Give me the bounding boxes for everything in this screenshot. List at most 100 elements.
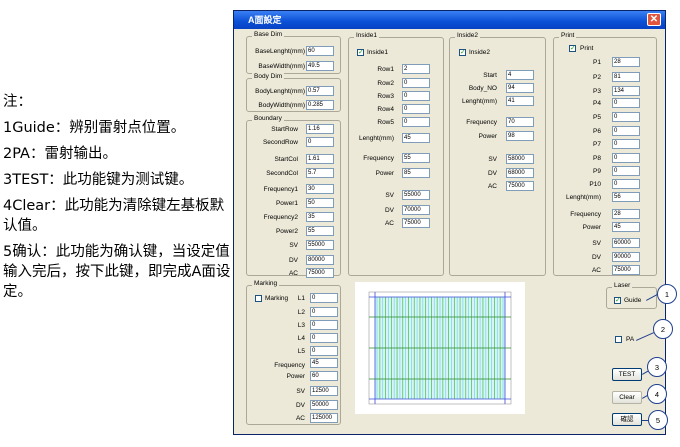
inside1-sv-input[interactable]: 55000 [402, 190, 430, 200]
body-length-input[interactable]: 0.57 [306, 86, 334, 96]
l4-input[interactable]: 0 [310, 333, 338, 343]
print-ac-input[interactable]: 75000 [612, 265, 640, 275]
p9-input[interactable]: 0 [612, 166, 640, 176]
substrate-preview [355, 282, 525, 414]
inside1-power-input[interactable]: 85 [402, 168, 430, 178]
frequency2-input[interactable]: 35 [306, 212, 334, 222]
callout-1: 1 [657, 284, 677, 304]
power1-input[interactable]: 50 [306, 198, 334, 208]
print-dv-input[interactable]: 90000 [612, 252, 640, 262]
guide-label: Guide [624, 297, 642, 304]
print-sv-input[interactable]: 60000 [612, 238, 640, 248]
l4-label: L4 [297, 335, 305, 342]
marking-power-input[interactable]: 60 [310, 371, 338, 381]
substrate-preview-drawing [368, 291, 512, 405]
inside2-sv-input[interactable]: 58000 [506, 154, 534, 164]
frequency1-label: Frequency1 [263, 186, 298, 193]
l1-label: L1 [297, 295, 305, 302]
marking-ac-input[interactable]: 125000 [310, 413, 338, 423]
l2-label: L2 [297, 309, 305, 316]
body-no-input[interactable]: 94 [506, 83, 534, 93]
inside1-frequency-label: Frequency [363, 155, 394, 162]
row4-input[interactable]: 0 [402, 104, 430, 114]
inside2-ac-label: AC [487, 183, 497, 190]
base-width-input[interactable]: 49.5 [306, 61, 334, 71]
power2-input[interactable]: 55 [306, 226, 334, 236]
p4-input[interactable]: 0 [612, 98, 640, 108]
p10-input[interactable]: 0 [612, 179, 640, 189]
base-length-input[interactable]: 60 [306, 46, 334, 56]
print-checkbox[interactable]: ✓ [569, 45, 576, 52]
second-row-input[interactable]: 0 [306, 137, 334, 147]
print-length-input[interactable]: 56 [612, 192, 640, 202]
frequency1-input[interactable]: 30 [306, 184, 334, 194]
marking-checkbox[interactable] [255, 295, 262, 302]
p3-input[interactable]: 134 [612, 86, 640, 96]
print-sv-label: SV [592, 240, 601, 247]
p8-input[interactable]: 0 [612, 153, 640, 163]
pa-checkbox[interactable] [615, 336, 622, 343]
inside2-power-input[interactable]: 98 [506, 131, 534, 141]
inside2-frequency-input[interactable]: 70 [506, 117, 534, 127]
p7-input[interactable]: 0 [612, 139, 640, 149]
body-length-label: BodyLenght(mm) [255, 88, 305, 95]
print-power-input[interactable]: 45 [612, 222, 640, 232]
row3-label: Row3 [377, 93, 394, 100]
base-width-label: BaseWidth(mm) [258, 63, 305, 70]
inside2-checkbox[interactable]: ✓ [459, 49, 466, 56]
inside2-ac-input[interactable]: 75000 [506, 181, 534, 191]
inside2-dv-input[interactable]: 68000 [506, 168, 534, 178]
p7-label: P7 [593, 141, 601, 148]
inside2-length-label: Lenght(mm) [461, 98, 497, 105]
p6-label: P6 [593, 128, 601, 135]
boundary-ac-input[interactable]: 75000 [306, 268, 334, 278]
p1-input[interactable]: 28 [612, 57, 640, 67]
inside1-frequency-input[interactable]: 55 [402, 153, 430, 163]
row1-input[interactable]: 2 [402, 64, 430, 74]
second-col-input[interactable]: 5.7 [306, 168, 334, 178]
inside2-start-input[interactable]: 4 [506, 70, 534, 80]
inside2-dv-label: DV [487, 170, 497, 177]
start-row-input[interactable]: 1.16 [306, 124, 334, 134]
close-button[interactable]: ✕ [647, 13, 661, 26]
confirm-button[interactable]: 確認 [612, 413, 642, 426]
p5-input[interactable]: 0 [612, 112, 640, 122]
test-button[interactable]: TEST [612, 368, 642, 381]
callout-4: 4 [647, 384, 667, 404]
l1-input[interactable]: 0 [310, 293, 338, 303]
marking-frequency-label: Frequency [274, 362, 305, 369]
callout-5: 5 [648, 410, 668, 430]
title-bar: A面設定 ✕ [234, 11, 665, 29]
guide-checkbox[interactable]: ✓ [614, 297, 621, 304]
p8-label: P8 [593, 155, 601, 162]
boundary-dv-input[interactable]: 80000 [306, 255, 334, 265]
l3-input[interactable]: 0 [310, 320, 338, 330]
clear-button[interactable]: Clear [612, 391, 642, 404]
row3-input[interactable]: 0 [402, 91, 430, 101]
body-width-input[interactable]: 0.285 [306, 100, 334, 110]
inside1-power-label: Power [375, 170, 394, 177]
row2-input[interactable]: 0 [402, 78, 430, 88]
p9-label: P9 [593, 168, 601, 175]
inside2-length-input[interactable]: 41 [506, 96, 534, 106]
p6-input[interactable]: 0 [612, 126, 640, 136]
inside1-length-input[interactable]: 45 [402, 133, 430, 143]
print-frequency-input[interactable]: 28 [612, 209, 640, 219]
boundary-sv-input[interactable]: 55000 [306, 240, 334, 250]
l2-input[interactable]: 0 [310, 307, 338, 317]
inside1-dv-input[interactable]: 70000 [402, 205, 430, 215]
marking-dv-input[interactable]: 50000 [310, 400, 338, 410]
marking-sv-input[interactable]: 12500 [310, 386, 338, 396]
inside1-ac-input[interactable]: 75000 [402, 218, 430, 228]
inside1-checkbox[interactable]: ✓ [357, 49, 364, 56]
frequency2-label: Frequency2 [263, 214, 298, 221]
marking-frequency-input[interactable]: 45 [310, 358, 338, 368]
inside1-length-label: Lenght(mm) [358, 135, 394, 142]
row5-label: Row5 [377, 119, 394, 126]
callout-3: 3 [647, 357, 667, 377]
boundary-ac-label: AC [288, 270, 298, 277]
l5-input[interactable]: 0 [310, 346, 338, 356]
p2-input[interactable]: 81 [612, 72, 640, 82]
row5-input[interactable]: 0 [402, 117, 430, 127]
start-col-input[interactable]: 1.61 [306, 154, 334, 164]
